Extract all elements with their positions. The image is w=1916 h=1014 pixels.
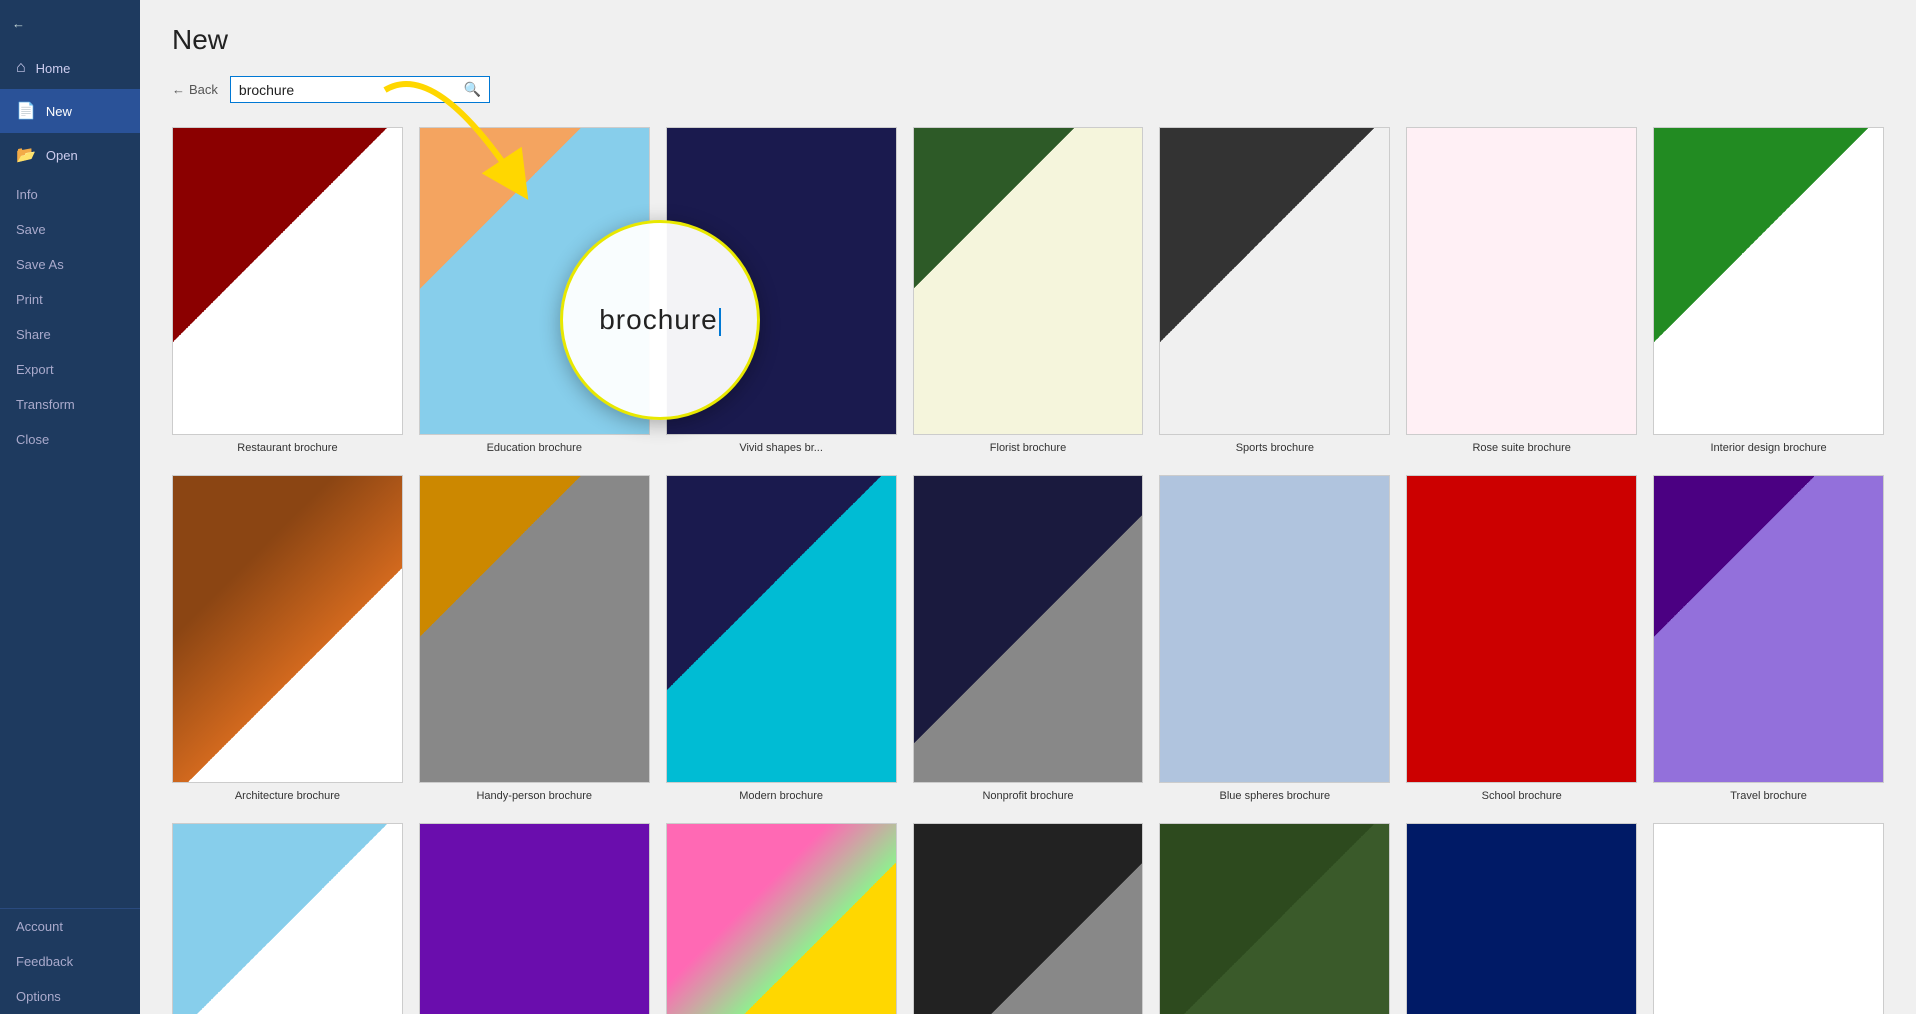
template-label-travel-br: Travel brochure <box>1730 789 1807 803</box>
sidebar-item-account[interactable]: Account <box>0 909 140 944</box>
template-thumb-travel-br <box>1653 475 1884 783</box>
template-label-vivid: Vivid shapes br... <box>739 441 823 455</box>
sidebar-item-info[interactable]: Info <box>0 177 140 212</box>
template-item-builder[interactable]: Builder brochure <box>172 823 403 1014</box>
sidebar-item-feedback[interactable]: Feedback <box>0 944 140 979</box>
template-label-school: School brochure <box>1482 789 1562 803</box>
template-thumb-floral-bk <box>666 823 897 1014</box>
template-label-architecture: Architecture brochure <box>235 789 340 803</box>
sidebar-item-open[interactable]: 📂 Open <box>0 133 140 177</box>
sidebar-item-save[interactable]: Save <box>0 212 140 247</box>
sidebar-back-button[interactable]: ← <box>0 0 140 47</box>
new-icon: 📄 <box>16 101 36 121</box>
template-thumb-modern <box>666 475 897 783</box>
page-title: New <box>172 24 1884 56</box>
template-label-rose: Rose suite brochure <box>1472 441 1570 455</box>
template-thumb-florist <box>913 127 1144 435</box>
template-label-handy: Handy-person brochure <box>476 789 592 803</box>
template-thumb-sports <box>1159 127 1390 435</box>
sidebar-item-new[interactable]: 📄 New <box>0 89 140 133</box>
annotation-arrow <box>355 60 575 240</box>
back-link-arrow: ← <box>172 82 185 97</box>
sidebar-item-share[interactable]: Share <box>0 317 140 352</box>
template-thumb-nonprofit <box>913 475 1144 783</box>
template-label-education: Education brochure <box>487 441 582 455</box>
template-item-travel-bk[interactable]: Travel booklet <box>419 823 650 1014</box>
magnifier-text: brochure <box>599 304 721 336</box>
sidebar-item-open-label: Open <box>46 148 78 163</box>
template-label-nonprofit: Nonprofit brochure <box>982 789 1073 803</box>
sidebar-item-save-as[interactable]: Save As <box>0 247 140 282</box>
magnifier-overlay: brochure <box>560 220 760 420</box>
template-item-floral-bk[interactable]: Floral booklet <box>666 823 897 1014</box>
sidebar-bottom: Account Feedback Options <box>0 908 140 1014</box>
sidebar-item-export[interactable]: Export <box>0 352 140 387</box>
template-thumb-green-floral <box>1159 823 1390 1014</box>
template-label-sports: Sports brochure <box>1236 441 1314 455</box>
template-item-modern-logo[interactable]: Modern logo booklet <box>1406 823 1637 1014</box>
template-thumb-handy <box>419 475 650 783</box>
template-item-sports[interactable]: Sports brochure <box>1159 127 1390 455</box>
open-icon: 📂 <box>16 145 36 165</box>
template-thumb-tech-bk <box>913 823 1144 1014</box>
template-item-spheres[interactable]: Blue spheres brochure <box>1159 475 1390 803</box>
template-item-travel-br[interactable]: Travel brochure <box>1653 475 1884 803</box>
template-item-green-floral[interactable]: Green floral booklet <box>1159 823 1390 1014</box>
template-item-handy[interactable]: Handy-person brochure <box>419 475 650 803</box>
template-item-architecture[interactable]: Architecture brochure <box>172 475 403 803</box>
template-thumb-architecture <box>172 475 403 783</box>
template-item-interior[interactable]: Interior design brochure <box>1653 127 1884 455</box>
template-label-interior: Interior design brochure <box>1710 441 1826 455</box>
sidebar-item-print[interactable]: Print <box>0 282 140 317</box>
template-thumb-travel-bk <box>419 823 650 1014</box>
home-icon: ⌂ <box>16 59 26 77</box>
back-link[interactable]: ← Back <box>172 82 218 97</box>
sidebar-item-options[interactable]: Options <box>0 979 140 1014</box>
template-grid: Restaurant brochure Education brochure Viv… <box>172 127 1884 1014</box>
template-label-spheres: Blue spheres brochure <box>1220 789 1331 803</box>
sidebar-item-home[interactable]: ⌂ Home <box>0 47 140 89</box>
sidebar-item-new-label: New <box>46 104 72 119</box>
sidebar-item-transform[interactable]: Transform <box>0 387 140 422</box>
template-item-rose[interactable]: Rose suite brochure <box>1406 127 1637 455</box>
back-link-label: Back <box>189 82 218 97</box>
template-item-tech-bk[interactable]: Tech booklet <box>913 823 1144 1014</box>
back-arrow-icon: ← <box>12 16 25 31</box>
template-thumb-modern-logo <box>1406 823 1637 1014</box>
template-item-modern[interactable]: Modern brochure <box>666 475 897 803</box>
template-item-financial[interactable]: Financial business brochure (… <box>1653 823 1884 1014</box>
sidebar-item-close[interactable]: Close <box>0 422 140 457</box>
template-label-modern: Modern brochure <box>739 789 823 803</box>
template-label-florist: Florist brochure <box>990 441 1066 455</box>
template-thumb-spheres <box>1159 475 1390 783</box>
template-thumb-school <box>1406 475 1637 783</box>
template-thumb-interior <box>1653 127 1884 435</box>
template-item-florist[interactable]: Florist brochure <box>913 127 1144 455</box>
template-thumb-builder <box>172 823 403 1014</box>
template-item-school[interactable]: School brochure <box>1406 475 1637 803</box>
sidebar-item-home-label: Home <box>36 61 71 76</box>
template-item-nonprofit[interactable]: Nonprofit brochure <box>913 475 1144 803</box>
template-thumb-financial <box>1653 823 1884 1014</box>
template-label-restaurant: Restaurant brochure <box>237 441 337 455</box>
main-content: New ← Back 🔍 brochure Restaurant brochur… <box>140 0 1916 1014</box>
template-thumb-rose <box>1406 127 1637 435</box>
sidebar: ← ⌂ Home 📄 New 📂 Open Info Save Save As … <box>0 0 140 1014</box>
